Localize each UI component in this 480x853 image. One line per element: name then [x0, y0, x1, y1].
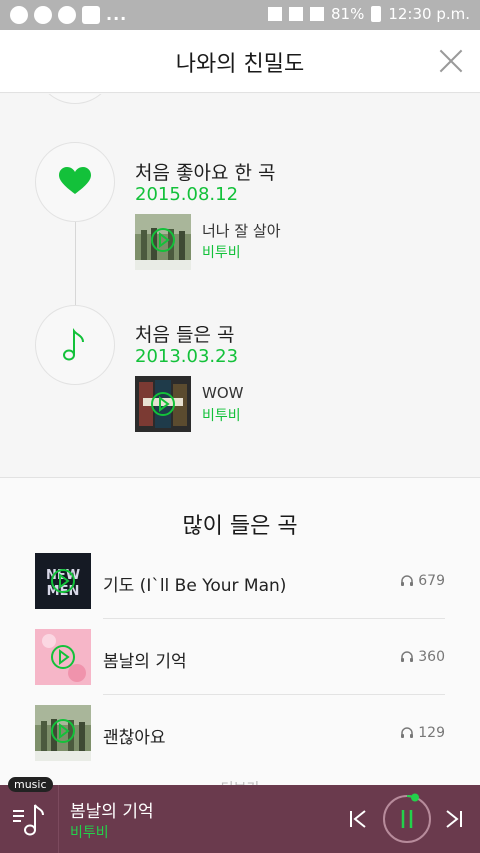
previous-icon [350, 810, 366, 828]
divider [103, 618, 445, 619]
status-bar: ... 81% 12:30 p.m. [0, 0, 480, 30]
play-count-value: 360 [418, 649, 445, 665]
signal-icon [309, 7, 324, 21]
next-button[interactable] [442, 807, 466, 835]
close-button[interactable] [436, 46, 466, 76]
timeline-line [75, 218, 76, 305]
song-artist[interactable]: 비투비 [202, 405, 241, 425]
notification-icons: ... [10, 5, 127, 24]
pause-button[interactable] [381, 793, 433, 849]
album-thumbnail[interactable] [135, 214, 191, 270]
image-icon [82, 5, 100, 24]
section-title: 많이 들은 곡 [182, 514, 298, 539]
music-app-icon [58, 5, 76, 24]
album-thumbnail [35, 705, 91, 761]
now-playing-artist[interactable]: 비투비 [70, 822, 109, 842]
now-playing-title[interactable]: 봄날의 기억 [70, 797, 154, 822]
headphones-icon [401, 575, 414, 586]
play-count-value: 129 [418, 725, 445, 741]
mini-player[interactable]: music 봄날의 기억 비투비 [0, 777, 480, 853]
talk-icon [34, 5, 52, 24]
previous-button[interactable] [346, 807, 370, 835]
play-count: 129 [400, 725, 445, 741]
music-tag: music [8, 777, 53, 792]
playlist-button[interactable] [10, 799, 50, 839]
next-icon [446, 810, 462, 828]
album-thumbnail[interactable] [135, 376, 191, 432]
divider [103, 694, 445, 695]
intimacy-timeline: 처음 좋아요 한 곡 2015.08.12 너나 잘 살아 비투비 처음 들은 … [0, 94, 480, 477]
wifi-icon [288, 7, 303, 21]
timeline-node-first-listen [35, 305, 115, 385]
pause-icon [383, 793, 431, 843]
album-thumbnail [35, 629, 91, 685]
list-item[interactable]: NEW MEN 기도 (I`ll Be Your Man) 679 [35, 553, 445, 629]
play-count-value: 679 [418, 573, 445, 589]
more-notifications: ... [106, 5, 128, 24]
header: 나와의 친밀도 [0, 30, 480, 93]
event-date: 2015.08.12 [135, 184, 239, 205]
playlist-icon [13, 804, 44, 836]
most-played-section: 많이 들은 곡 NEW MEN 기도 (I`ll Be Your Man) 67… [0, 477, 480, 797]
battery-level: 81% [330, 5, 365, 23]
list-item[interactable]: 봄날의 기억 360 [35, 629, 445, 705]
headphones-icon [401, 727, 414, 738]
page-title: 나와의 친밀도 [175, 52, 305, 77]
battery-icon [371, 6, 382, 22]
system-icons: 81% 12:30 p.m. [267, 5, 470, 23]
song-title: 괜찮아요 [103, 728, 166, 748]
event-title: 처음 좋아요 한 곡 [135, 162, 276, 184]
app-notification-icon [10, 5, 28, 24]
album-thumbnail: NEW MEN [35, 553, 91, 609]
headphones-icon [401, 651, 414, 662]
song-artist[interactable]: 비투비 [202, 242, 241, 262]
event-title: 처음 들은 곡 [135, 324, 235, 346]
timeline-node-liked [35, 142, 115, 222]
timeline-node [35, 94, 115, 104]
mute-icon [267, 7, 282, 21]
clock: 12:30 p.m. [388, 5, 470, 23]
list-item[interactable]: 괜찮아요 129 [35, 705, 445, 781]
heart-icon [59, 167, 91, 194]
play-count: 360 [400, 649, 445, 665]
song-title[interactable]: WOW [202, 384, 243, 402]
event-date: 2013.03.23 [135, 346, 239, 367]
song-title[interactable]: 너나 잘 살아 [202, 220, 281, 241]
song-title: 봄날의 기억 [103, 652, 187, 672]
play-count: 679 [400, 573, 445, 589]
music-note-icon [63, 328, 84, 361]
divider [58, 785, 59, 853]
song-title: 기도 (I`ll Be Your Man) [103, 576, 287, 596]
